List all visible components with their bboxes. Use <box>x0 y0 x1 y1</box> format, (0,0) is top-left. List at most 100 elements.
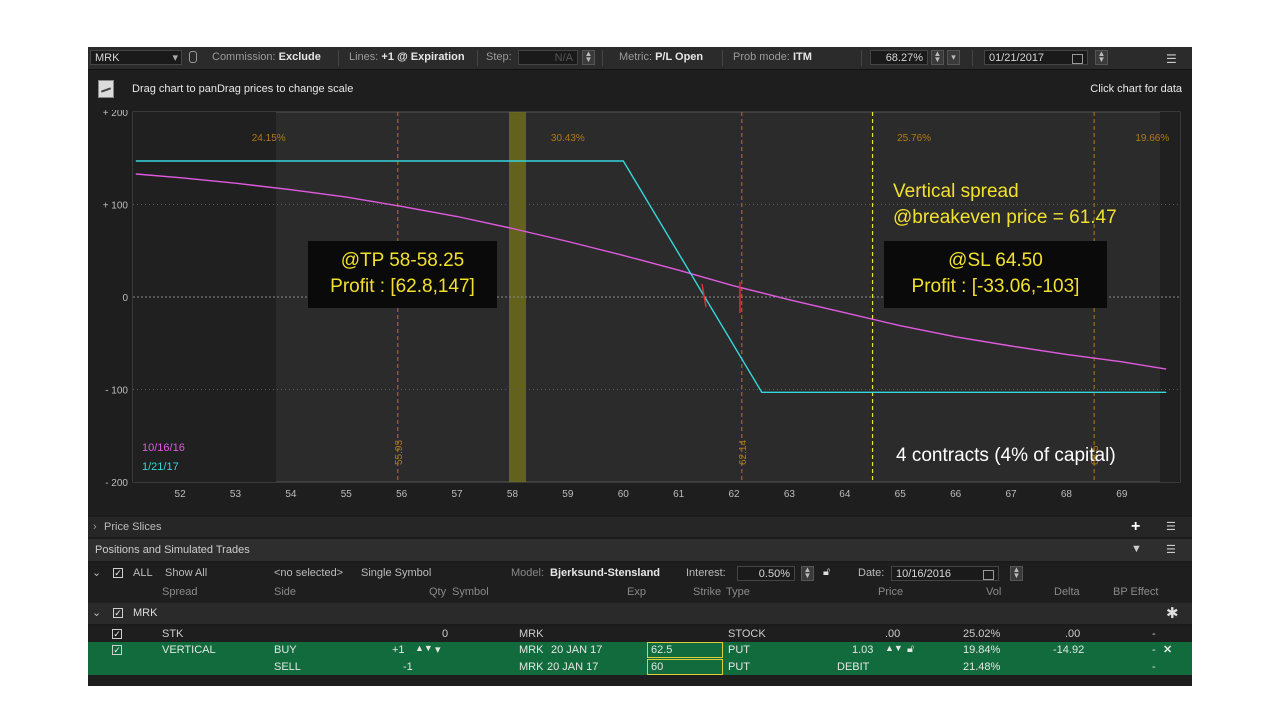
price-slices-label: Price Slices <box>104 521 162 533</box>
lines-setting[interactable]: Lines: +1 @ Expiration <box>349 51 465 63</box>
x-tick-label: 65 <box>895 489 907 500</box>
interest-field[interactable]: 0.50% <box>737 566 795 581</box>
table-row[interactable]: ✓ VERTICAL BUY +1 ▲▼ ▾ MRK 20 JAN 17 62.… <box>88 642 1192 659</box>
step-spinner-icon[interactable]: ▲ ▼ <box>582 50 595 65</box>
x-tick-label: 64 <box>839 489 851 500</box>
chart-icon[interactable] <box>98 80 114 98</box>
cell-spread[interactable]: VERTICAL <box>162 644 216 656</box>
probability-percent-field[interactable]: 68.27% <box>870 50 928 65</box>
strike-cell[interactable]: 62.5 <box>647 642 723 658</box>
take-profit-annotation: @TP 58-58.25 Profit : [62.8,147] <box>308 241 497 308</box>
cell-qty[interactable]: +1 <box>392 644 405 656</box>
x-tick-label: 62 <box>728 489 740 500</box>
col-type[interactable]: Type <box>726 586 750 598</box>
x-tick-label: 60 <box>618 489 630 500</box>
col-strike[interactable]: Strike <box>693 586 721 598</box>
metric-setting[interactable]: Metric: P/L Open <box>619 51 703 63</box>
symbol-value: MRK <box>95 52 120 64</box>
calendar-icon[interactable] <box>983 570 994 580</box>
step-field[interactable]: N/A <box>518 50 578 65</box>
date-spinner-icon[interactable]: ▲ ▼ <box>1095 50 1108 65</box>
unlock-icon[interactable]: 🔓︎ <box>823 566 830 579</box>
collapse-icon[interactable]: ▼ <box>1131 543 1142 555</box>
positions-panel-header[interactable]: Positions and Simulated Trades ▼ ☰ <box>88 539 1192 561</box>
commission-setting[interactable]: Commission: Exclude <box>212 51 321 63</box>
step-label: Step: <box>486 51 512 63</box>
chevron-down-icon[interactable]: ⌄ <box>92 606 101 619</box>
cell-qty[interactable]: 0 <box>442 628 448 640</box>
vertical-line1: Vertical spread <box>893 181 1019 202</box>
spread-selector[interactable]: <no selected> <box>274 567 343 579</box>
x-tick-label: 52 <box>175 489 187 500</box>
unlock-icon[interactable]: 🔓︎ <box>907 643 914 656</box>
positions-title: Positions and Simulated Trades <box>95 544 250 556</box>
add-icon[interactable]: + <box>1131 518 1140 536</box>
gear-icon[interactable]: ✱ <box>1166 604 1179 622</box>
simulation-date-field[interactable]: 10/16/2016 <box>891 566 999 581</box>
model-dropdown[interactable]: Bjerksund-Stensland <box>550 567 660 579</box>
cell-bp: - <box>1152 661 1156 673</box>
cell-side[interactable]: SELL <box>274 661 301 673</box>
chevron-down-icon[interactable]: ▾ <box>172 51 178 66</box>
symbol-group-row[interactable]: ⌄ ✓ MRK ✱ <box>88 603 1192 624</box>
col-exp[interactable]: Exp <box>627 586 646 598</box>
cell-type: STOCK <box>728 628 766 640</box>
analysis-toolbar: MRK ▾ Commission: Exclude Lines: +1 @ Ex… <box>88 47 1192 70</box>
table-empty-area <box>88 675 1192 686</box>
strike-cell[interactable]: 60 <box>647 659 723 675</box>
chevron-right-icon[interactable]: › <box>93 521 97 533</box>
close-icon[interactable]: ✕ <box>1163 643 1172 656</box>
menu-icon[interactable]: ☰ <box>1166 543 1176 556</box>
percent-dropdown-icon[interactable]: ▾ <box>947 50 960 65</box>
row-checkbox[interactable]: ✓ <box>112 629 122 639</box>
y-tick-label: + 100 <box>103 201 129 212</box>
positions-column-headers: Spread Side Qty Symbol Exp Strike Type P… <box>88 583 1192 603</box>
cell-exp[interactable]: 20 JAN 17 <box>551 644 602 656</box>
calendar-icon[interactable] <box>1072 54 1083 64</box>
cell-strike: 60 <box>651 661 664 673</box>
date-label: Date: <box>858 567 885 579</box>
col-price[interactable]: Price <box>878 586 903 598</box>
col-bp-effect[interactable]: BP Effect <box>1113 586 1158 598</box>
col-symbol[interactable]: Symbol <box>452 586 489 598</box>
select-all-checkbox[interactable]: ✓ <box>113 568 123 578</box>
menu-icon[interactable]: ☰ <box>1166 52 1177 66</box>
cell-side[interactable]: BUY <box>274 644 297 656</box>
qty-spinner-icon[interactable]: ▲▼ <box>415 643 433 653</box>
expiration-date-field[interactable]: 01/21/2017 <box>984 50 1088 65</box>
cell-exp[interactable]: 20 JAN 17 <box>547 661 598 673</box>
legend-today: 10/16/16 <box>142 442 185 454</box>
interest-spinner-icon[interactable]: ▲ ▼ <box>801 566 814 581</box>
cell-type[interactable]: PUT <box>728 644 750 656</box>
chevron-down-icon[interactable]: ⌄ <box>92 566 101 579</box>
cell-bp: - <box>1152 628 1156 640</box>
cell-qty[interactable]: -1 <box>403 661 413 673</box>
price-slices-panel[interactable]: › Price Slices + ☰ <box>88 517 1192 537</box>
sl-line1: @SL 64.50 <box>948 250 1043 271</box>
col-vol[interactable]: Vol <box>986 586 1001 598</box>
col-side[interactable]: Side <box>274 586 296 598</box>
col-delta[interactable]: Delta <box>1054 586 1080 598</box>
group-checkbox[interactable]: ✓ <box>113 608 123 618</box>
risk-profile-chart[interactable]: 55.93 62.14 68.5 24.15% 30.43% 25.76% 19.66% … <box>88 110 1192 515</box>
x-tick-label: 56 <box>396 489 408 500</box>
row-checkbox[interactable]: ✓ <box>112 645 122 655</box>
cell-price[interactable]: 1.03 <box>852 644 873 656</box>
table-row[interactable]: SELL -1 MRK 20 JAN 17 60 PUT DEBIT 21.48… <box>88 659 1192 675</box>
table-row[interactable]: ✓ STK 0 MRK STOCK .00 25.02% .00 - <box>88 626 1192 642</box>
price-spinner-icon[interactable]: ▲▼ <box>885 643 903 653</box>
percent-spinner-icon[interactable]: ▲ ▼ <box>931 50 944 65</box>
menu-icon[interactable]: ☰ <box>1166 520 1176 533</box>
show-all-dropdown[interactable]: Show All <box>165 567 207 579</box>
cell-type[interactable]: PUT <box>728 661 750 673</box>
symbol-field[interactable]: MRK ▾ <box>90 50 182 65</box>
qty-dropdown-icon[interactable]: ▾ <box>435 643 441 656</box>
col-spread[interactable]: Spread <box>162 586 197 598</box>
prob-mode-setting[interactable]: Prob mode: ITM <box>733 51 812 63</box>
col-qty[interactable]: Qty <box>429 586 446 598</box>
x-tick-label: 68 <box>1061 489 1073 500</box>
link-icon[interactable] <box>189 51 197 63</box>
date-spinner-icon[interactable]: ▲ ▼ <box>1010 566 1023 581</box>
symbol-mode-dropdown[interactable]: Single Symbol <box>361 567 431 579</box>
cell-symbol: MRK <box>519 628 544 640</box>
